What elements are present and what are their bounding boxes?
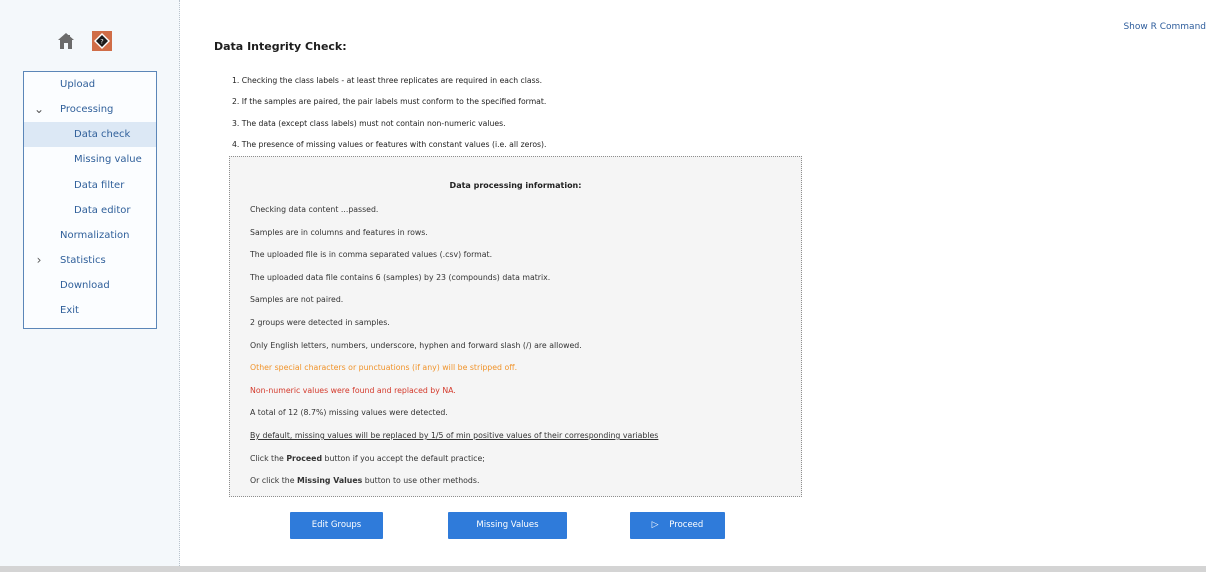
info-line: Samples are not paired. bbox=[250, 295, 344, 305]
sidebar-item-label: Data filter bbox=[74, 179, 125, 191]
info-title: Data processing information: bbox=[449, 181, 582, 190]
sidebar-item-label: Upload bbox=[60, 79, 96, 90]
sidebar-item-statistics[interactable]: › Statistics bbox=[24, 248, 156, 273]
sidebar-icon-row: ? bbox=[55, 30, 113, 52]
integrity-checklist: 1. Checking the class labels - at least … bbox=[232, 70, 547, 155]
info-line-text: button to use other methods. bbox=[362, 476, 480, 486]
sidebar-item-processing[interactable]: ⌄ Processing bbox=[24, 97, 156, 122]
sidebar-item-exit[interactable]: Exit bbox=[24, 298, 156, 323]
sidebar-item-label: Normalization bbox=[60, 229, 130, 241]
sidebar-item-label: Statistics bbox=[60, 254, 106, 266]
help-icon[interactable]: ? bbox=[91, 30, 113, 52]
check-item: 3. The data (except class labels) must n… bbox=[232, 118, 506, 128]
sidebar-item-label: Processing bbox=[60, 104, 114, 115]
missing-values-button[interactable]: Missing Values bbox=[448, 512, 567, 539]
play-icon: ▷ bbox=[651, 520, 659, 530]
sidebar-item-download[interactable]: Download bbox=[24, 273, 156, 298]
sidebar-item-label: Data editor bbox=[74, 204, 131, 216]
sidebar-item-label: Data check bbox=[74, 129, 131, 141]
chevron-right-icon[interactable]: › bbox=[32, 248, 46, 273]
check-item: 2. If the samples are paired, the pair l… bbox=[232, 97, 547, 107]
info-line-error: Non-numeric values were found and replac… bbox=[250, 385, 456, 395]
info-line-warning: Other special characters or punctuations… bbox=[250, 363, 518, 373]
sidebar-item-label: Download bbox=[60, 280, 110, 292]
info-line: 2 groups were detected in samples. bbox=[250, 317, 390, 327]
info-line-default-practice: By default, missing values will be repla… bbox=[250, 430, 659, 440]
info-line-text: button if you accept the default practic… bbox=[322, 453, 485, 463]
action-buttons: Edit Groups Missing Values ▷ Proceed bbox=[290, 512, 730, 540]
data-processing-info-box: Data processing information: Checking da… bbox=[229, 156, 802, 497]
info-lines: Checking data content ...passed. Samples… bbox=[250, 199, 658, 493]
svg-text:?: ? bbox=[100, 38, 103, 46]
bottom-scrollbar[interactable] bbox=[0, 566, 1206, 572]
info-line-emphasis: Proceed bbox=[286, 453, 323, 463]
info-line-text: Click the bbox=[250, 453, 287, 463]
sidebar-item-label: Missing value bbox=[74, 154, 142, 166]
sidebar: ? Upload ⌄ Processing Data check Missing… bbox=[0, 0, 180, 566]
info-line-proceed: Click the Proceed button if you accept t… bbox=[250, 448, 658, 471]
sidebar-item-label: Exit bbox=[60, 305, 79, 317]
info-line-text: Or click the bbox=[250, 476, 297, 486]
check-item: 4. The presence of missing values or fea… bbox=[232, 139, 547, 149]
sidebar-item-data-filter[interactable]: Data filter bbox=[24, 173, 156, 198]
sidebar-nav: Upload ⌄ Processing Data check Missing v… bbox=[23, 71, 157, 329]
sidebar-item-missing-value[interactable]: Missing value bbox=[24, 147, 156, 172]
page-title: Data Integrity Check: bbox=[214, 40, 347, 53]
info-line-missing-values: Or click the Missing Values button to us… bbox=[250, 470, 658, 493]
show-r-command-link[interactable]: Show R Command bbox=[1123, 22, 1206, 32]
proceed-button[interactable]: ▷ Proceed bbox=[630, 512, 725, 539]
info-line: Checking data content ...passed. bbox=[250, 205, 379, 214]
info-line-emphasis: Missing Values bbox=[297, 476, 363, 486]
sidebar-item-data-editor[interactable]: Data editor bbox=[24, 198, 156, 223]
edit-groups-button[interactable]: Edit Groups bbox=[290, 512, 383, 539]
sidebar-item-upload[interactable]: Upload bbox=[24, 72, 156, 97]
sidebar-item-data-check[interactable]: Data check bbox=[24, 122, 156, 148]
sidebar-item-normalization[interactable]: Normalization bbox=[24, 223, 156, 248]
chevron-down-icon[interactable]: ⌄ bbox=[32, 97, 46, 122]
info-line: A total of 12 (8.7%) missing values were… bbox=[250, 408, 448, 418]
info-line: The uploaded file is in comma separated … bbox=[250, 250, 493, 260]
home-icon[interactable] bbox=[55, 30, 77, 52]
proceed-button-label: Proceed bbox=[669, 520, 704, 530]
check-item: 1. Checking the class labels - at least … bbox=[232, 76, 543, 85]
info-line: Only English letters, numbers, underscor… bbox=[250, 340, 582, 350]
info-line: Samples are in columns and features in r… bbox=[250, 227, 428, 237]
info-line: The uploaded data file contains 6 (sampl… bbox=[250, 272, 551, 282]
